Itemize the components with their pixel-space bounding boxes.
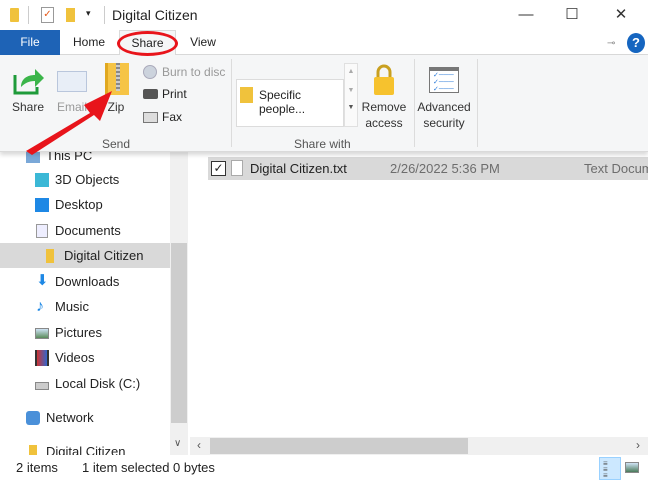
share-with-group-label: Share with [294, 137, 351, 151]
folder-icon [46, 249, 54, 263]
file-row[interactable]: ✓ Digital Citizen.txt 2/26/2022 5:36 PM … [208, 157, 648, 180]
minimize-button[interactable]: — [503, 0, 549, 30]
ribbon-tabs: File Home Share View ⊸ ? [0, 30, 648, 55]
advanced-label-2: security [423, 116, 465, 130]
scroll-up-icon[interactable]: ▲ [345, 68, 357, 75]
divider [104, 6, 105, 24]
group-separator [477, 59, 478, 147]
file-type: Text Document [584, 161, 648, 176]
nav-item-pictures[interactable]: Pictures [0, 320, 170, 345]
nav-item-3d-objects[interactable]: 3D Objects [0, 167, 170, 192]
pin-ribbon-icon[interactable]: ⊸ [607, 38, 615, 49]
new-folder-icon[interactable] [66, 8, 75, 22]
3d-objects-icon [35, 173, 49, 187]
navigation-pane: This PC 3D Objects Desktop Documents Dig… [0, 148, 172, 459]
horizontal-scrollbar[interactable]: ‹ › [190, 437, 648, 455]
nav-item-music[interactable]: ♪ Music [0, 294, 170, 319]
advanced-security-button[interactable]: ✓─── ✓─── ✓─── Advanced security [416, 63, 472, 133]
lock-icon [374, 64, 394, 95]
printer-icon [143, 89, 158, 99]
scrollbar-thumb[interactable] [171, 243, 187, 423]
item-count: 2 items [16, 460, 58, 475]
nav-item-desktop[interactable]: Desktop [0, 192, 170, 217]
selection-count: 1 item selected [82, 460, 170, 475]
gallery-expand-icon[interactable]: ▼ [345, 104, 357, 111]
tab-home[interactable]: Home [66, 30, 112, 55]
download-arrow-icon: ⬇ [36, 272, 49, 289]
burn-label: Burn to disc [162, 65, 226, 79]
divider [28, 6, 29, 24]
documents-icon [36, 224, 48, 238]
properties-icon[interactable]: ✓ [41, 7, 54, 23]
security-checklist-icon: ✓─── ✓─── ✓─── [429, 67, 459, 93]
nav-item-local-disk[interactable]: Local Disk (C:) [0, 371, 170, 396]
people-icon [240, 87, 253, 103]
checkbox-checked[interactable]: ✓ [211, 161, 226, 176]
gallery-item-specific-people[interactable]: Specific people... [238, 85, 342, 116]
status-bar: 2 items 1 item selected 0 bytes ≡ ≡ ≡ [0, 455, 648, 480]
nav-item-digital-citizen[interactable]: Digital Citizen [0, 243, 170, 268]
gallery-item-label: Specific people... [259, 88, 306, 116]
print-button[interactable]: Print [142, 86, 202, 103]
scrollbar-thumb[interactable] [210, 438, 468, 454]
advanced-label-1: Advanced [417, 100, 471, 114]
customize-toolbar-icon[interactable]: ▾ [86, 8, 91, 19]
fax-button[interactable]: Fax [142, 109, 202, 126]
file-name: Digital Citizen.txt [250, 161, 347, 176]
gallery-scrollbar[interactable]: ▲ ▼ ▼ [344, 63, 358, 127]
group-separator [231, 59, 232, 147]
tab-file[interactable]: File [0, 30, 60, 55]
title-bar: ✓ ▾ Digital Citizen — ☐ ✕ [0, 0, 648, 30]
nav-item-network[interactable]: Network [0, 405, 170, 430]
large-icons-view-button[interactable] [625, 462, 639, 473]
burn-to-disc-button[interactable]: Burn to disc [142, 64, 226, 81]
videos-icon [35, 350, 49, 366]
scroll-right-icon[interactable]: › [636, 438, 640, 452]
disc-icon [143, 65, 157, 79]
close-button[interactable]: ✕ [598, 0, 644, 30]
nav-vertical-scrollbar[interactable]: ∨ [170, 152, 188, 455]
print-label: Print [162, 87, 187, 101]
file-list: ✓ Digital Citizen.txt 2/26/2022 5:36 PM … [190, 152, 648, 437]
pictures-icon [35, 328, 49, 339]
nav-item-videos[interactable]: Videos [0, 345, 170, 370]
music-note-icon: ♪ [36, 298, 44, 315]
network-icon [26, 411, 40, 425]
nav-item-downloads[interactable]: ⬇ Downloads [0, 269, 170, 294]
remove-label-2: access [365, 116, 403, 130]
details-view-button[interactable]: ≡ ≡ ≡ [599, 457, 621, 480]
remove-label-1: Remove [361, 100, 407, 114]
fax-label: Fax [162, 110, 183, 124]
window-title: Digital Citizen [112, 7, 198, 23]
file-date: 2/26/2022 5:36 PM [390, 161, 500, 176]
folder-icon [10, 8, 19, 22]
help-icon[interactable]: ? [627, 33, 645, 53]
desktop-icon [35, 198, 49, 212]
scroll-down-icon[interactable]: ∨ [174, 438, 181, 449]
share-tab-highlight-ellipse [117, 31, 178, 56]
group-separator [414, 59, 415, 147]
text-file-icon [231, 160, 243, 176]
scroll-down-icon[interactable]: ▼ [345, 87, 357, 94]
nav-item-documents[interactable]: Documents [0, 218, 170, 243]
fax-icon [143, 112, 158, 123]
remove-access-button[interactable]: Remove access [360, 63, 408, 133]
selection-size: 0 bytes [173, 460, 215, 475]
maximize-button[interactable]: ☐ [549, 0, 595, 30]
scroll-left-icon[interactable]: ‹ [197, 438, 201, 452]
tab-view[interactable]: View [182, 30, 224, 55]
drive-icon [35, 382, 49, 390]
annotation-arrow [26, 91, 112, 155]
